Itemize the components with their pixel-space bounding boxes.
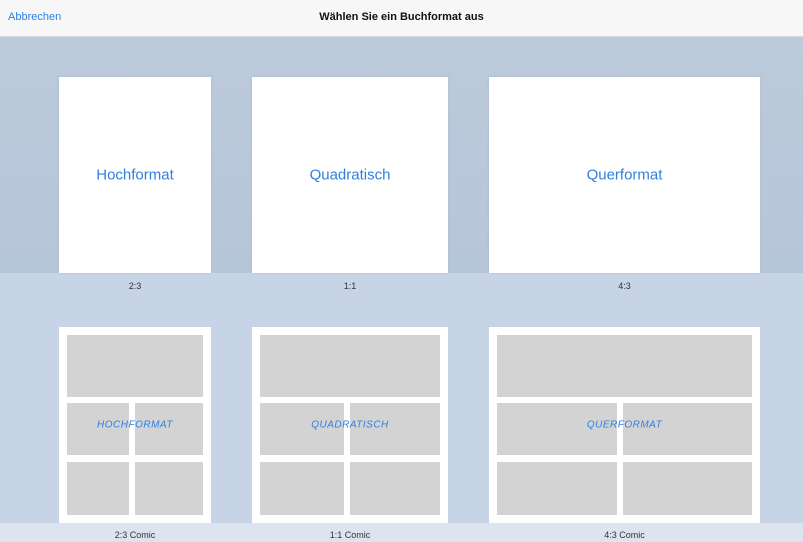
comic-panel <box>135 462 203 515</box>
ratio-label-comic-square: 1:1 Comic <box>329 530 371 540</box>
comic-panel <box>623 462 752 515</box>
comic-panel <box>67 462 129 515</box>
comic-card-square[interactable]: QUADRATISCH <box>252 327 448 523</box>
comic-panel <box>260 462 344 515</box>
comic-panel <box>67 335 203 397</box>
comic-card-landscape[interactable]: QUERFORMAT <box>489 327 760 523</box>
comic-label-portrait: HOCHFORMAT <box>97 419 173 431</box>
ratio-label-portrait: 2:3 <box>128 281 142 291</box>
comic-card-portrait[interactable]: HOCHFORMAT <box>59 327 211 523</box>
comic-panel <box>350 462 440 515</box>
comic-panel <box>260 335 440 397</box>
navigation-bar: Abbrechen Wählen Sie ein Buchformat aus <box>0 0 803 37</box>
comic-panel <box>497 462 617 515</box>
format-label-landscape: Querformat <box>586 166 663 184</box>
ratio-label-comic-portrait: 2:3 Comic <box>114 530 156 540</box>
format-label-portrait: Hochformat <box>96 166 174 184</box>
ratio-label-square: 1:1 <box>343 281 357 291</box>
format-label-square: Quadratisch <box>309 166 391 184</box>
format-card-landscape[interactable]: Querformat <box>489 77 760 273</box>
page-title: Wählen Sie ein Buchformat aus <box>319 11 484 23</box>
comic-label-square: QUADRATISCH <box>311 419 389 431</box>
ratio-label-landscape: 4:3 <box>618 281 631 291</box>
comic-panel <box>497 335 752 397</box>
ratio-label-comic-landscape: 4:3 Comic <box>604 530 645 540</box>
comic-label-landscape: QUERFORMAT <box>586 419 663 431</box>
format-card-portrait[interactable]: Hochformat <box>59 77 211 273</box>
format-card-square[interactable]: Quadratisch <box>252 77 448 273</box>
